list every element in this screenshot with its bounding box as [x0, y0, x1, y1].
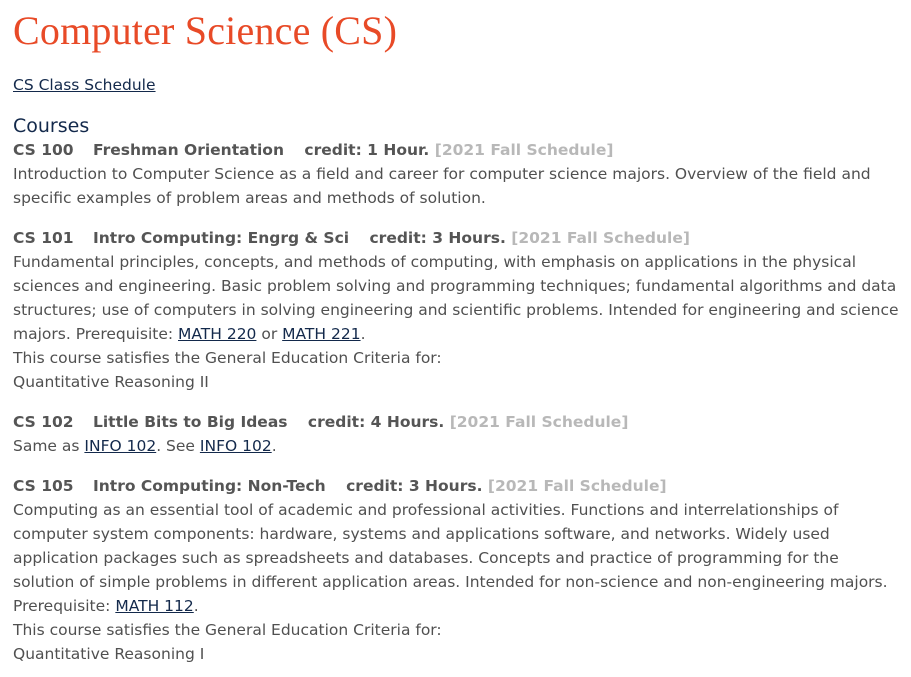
gened-value: Quantitative Reasoning II — [13, 373, 209, 391]
course-name: Little Bits to Big Ideas — [92, 413, 288, 431]
course-name: Freshman Orientation — [92, 141, 284, 159]
see-link-info102[interactable]: INFO 102 — [200, 437, 272, 455]
course-title: CS 100 Freshman Orientation credit: 1 Ho… — [13, 138, 911, 162]
fall-schedule-link[interactable]: [2021 Fall Schedule] — [511, 229, 690, 247]
course-cs102: CS 102 Little Bits to Big Ideas credit: … — [13, 410, 911, 458]
course-description: Introduction to Computer Science as a fi… — [13, 162, 911, 210]
class-schedule-link[interactable]: CS Class Schedule — [13, 75, 156, 95]
course-title: CS 102 Little Bits to Big Ideas credit: … — [13, 410, 911, 434]
courses-heading: Courses — [13, 115, 90, 137]
description-text: Introduction to Computer Science as a fi… — [13, 165, 871, 207]
course-description: Same as INFO 102. See INFO 102. — [13, 434, 911, 458]
prereq-link-math221[interactable]: MATH 221 — [282, 325, 360, 343]
description-text: . — [360, 325, 366, 343]
prereq-link-math112[interactable]: MATH 112 — [115, 597, 193, 615]
course-title: CS 101 Intro Computing: Engrg & Sci cred… — [13, 226, 911, 250]
description-text: or — [256, 325, 283, 343]
course-credit: credit: 4 Hours. — [307, 413, 445, 431]
course-number: CS 105 — [13, 477, 74, 495]
course-cs100: CS 100 Freshman Orientation credit: 1 Ho… — [13, 138, 911, 210]
description-text: Same as — [13, 437, 85, 455]
course-name: Intro Computing: Engrg & Sci — [92, 229, 350, 247]
gened-intro: This course satisfies the General Educat… — [13, 349, 442, 367]
crosslist-link-info102[interactable]: INFO 102 — [84, 437, 156, 455]
course-cs101: CS 101 Intro Computing: Engrg & Sci cred… — [13, 226, 911, 394]
course-credit: credit: 3 Hours. — [369, 229, 506, 247]
prereq-link-math220[interactable]: MATH 220 — [178, 325, 256, 343]
catalog-page: Computer Science (CS) CS Class Schedule … — [0, 8, 911, 666]
description-text: . See — [156, 437, 200, 455]
description-text: . — [193, 597, 199, 615]
course-number: CS 102 — [13, 413, 74, 431]
course-description: Fundamental principles, concepts, and me… — [13, 250, 911, 346]
description-text: Fundamental principles, concepts, and me… — [13, 253, 899, 343]
course-number: CS 101 — [13, 229, 74, 247]
course-cs105: CS 105 Intro Computing: Non-Tech credit:… — [13, 474, 911, 666]
fall-schedule-link[interactable]: [2021 Fall Schedule] — [435, 141, 614, 159]
gened-value: Quantitative Reasoning I — [13, 645, 205, 663]
course-number: CS 100 — [13, 141, 74, 159]
gened-intro: This course satisfies the General Educat… — [13, 621, 442, 639]
course-title: CS 105 Intro Computing: Non-Tech credit:… — [13, 474, 911, 498]
fall-schedule-link[interactable]: [2021 Fall Schedule] — [450, 413, 629, 431]
course-credit: credit: 3 Hours. — [346, 477, 483, 495]
course-name: Intro Computing: Non-Tech — [92, 477, 326, 495]
course-credit: credit: 1 Hour. — [304, 141, 430, 159]
course-description: Computing as an essential tool of academ… — [13, 498, 911, 618]
page-title: Computer Science (CS) — [13, 8, 398, 53]
description-text: . — [271, 437, 277, 455]
fall-schedule-link[interactable]: [2021 Fall Schedule] — [488, 477, 667, 495]
